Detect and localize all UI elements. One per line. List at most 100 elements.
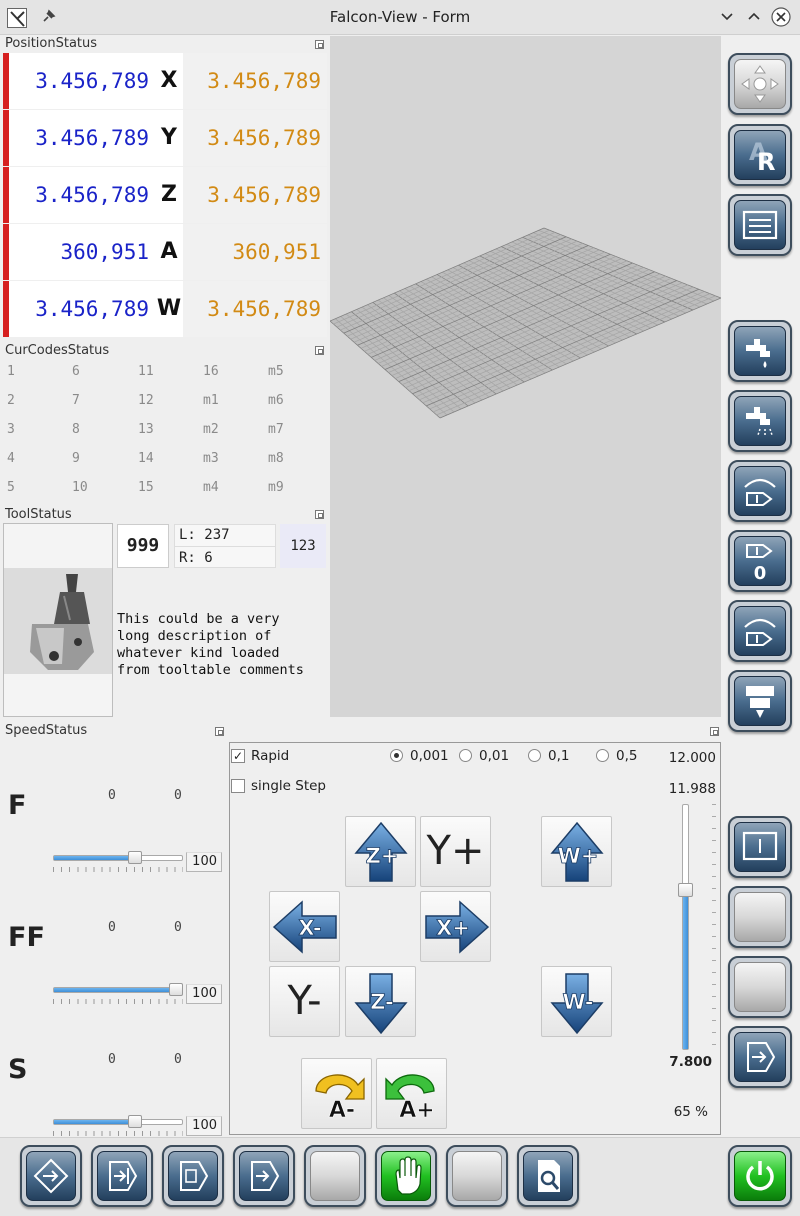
speed-label: F [8, 790, 27, 821]
position-row-w: 3.456,789 W 3.456,789 [3, 281, 327, 337]
code-cell: 11 [138, 364, 154, 379]
single-step-checkbox[interactable] [231, 779, 245, 793]
code-cell: 10 [72, 480, 88, 495]
tool-change-arc-button[interactable] [728, 460, 792, 522]
exit-right-button[interactable] [728, 1026, 792, 1088]
tool-length: L: 237 [174, 524, 276, 546]
menu-list-button[interactable] [728, 194, 792, 256]
x-plus-label: X+ [436, 916, 470, 940]
start-icon [33, 1158, 69, 1194]
svg-text:0: 0 [754, 563, 767, 583]
run-icon [251, 1161, 280, 1191]
step-radio[interactable] [459, 749, 472, 762]
position-row-a: 360,951 A 360,951 [3, 224, 327, 280]
float-icon[interactable] [710, 727, 719, 736]
jog-w-minus-button[interactable]: W- [541, 966, 612, 1037]
jog-z-plus-button[interactable]: Z+ [345, 816, 416, 887]
code-cell: 7 [72, 393, 80, 408]
slider-fill [54, 1120, 138, 1124]
tool-status-title: ToolStatus [5, 507, 72, 522]
z-minus-label: Z- [370, 990, 394, 1014]
vertical-feed-slider[interactable] [676, 804, 716, 1050]
home-all-icon [741, 65, 779, 103]
preview-3d-view[interactable] [330, 36, 721, 717]
code-cell: m3 [203, 451, 219, 466]
code-cell: 9 [72, 451, 80, 466]
code-cell: m9 [268, 480, 284, 495]
search-doc-button[interactable] [517, 1145, 579, 1207]
absolute-value: 360,951 [183, 224, 327, 280]
step-in-button[interactable] [91, 1145, 153, 1207]
jog-y-minus-button[interactable]: Y- [269, 966, 340, 1037]
a-minus-label: A- [329, 1098, 355, 1123]
code-cell: m6 [268, 393, 284, 408]
max-value: 12.000 [668, 750, 716, 766]
slider-handle[interactable] [169, 983, 183, 996]
start-button[interactable] [20, 1145, 82, 1207]
jog-y-plus-button[interactable]: Y+ [420, 816, 491, 887]
code-cell: 16 [203, 364, 219, 379]
jog-z-minus-button[interactable]: Z- [345, 966, 416, 1037]
tool-zero-button[interactable]: 0 [728, 530, 792, 592]
speed-value: 0 [174, 788, 182, 803]
step-radio[interactable] [528, 749, 541, 762]
current-value: 11.988 [668, 781, 716, 797]
jog-x-minus-button[interactable]: X- [269, 891, 340, 962]
slider-handle[interactable] [128, 1115, 142, 1128]
jog-a-plus-button[interactable]: A+ [376, 1058, 447, 1129]
speed-slider[interactable] [53, 1115, 183, 1137]
speed-status-title: SpeedStatus [5, 723, 88, 738]
load-file-button[interactable] [162, 1145, 224, 1207]
reference-icon: AR [749, 138, 775, 176]
z-plus-label: Z+ [366, 844, 399, 868]
touch-off-button[interactable] [728, 816, 792, 878]
coolant-mist-button[interactable] [728, 390, 792, 452]
rapid-checkbox[interactable]: ✓ [231, 749, 245, 763]
slider-handle[interactable] [128, 851, 142, 864]
blank-button-1[interactable] [728, 886, 792, 948]
power-button[interactable] [728, 1145, 792, 1207]
mist-icon [746, 407, 773, 436]
run-next-button[interactable] [233, 1145, 295, 1207]
step-radio[interactable] [390, 749, 403, 762]
spindle-button[interactable] [728, 670, 792, 732]
spindle-icon [746, 686, 774, 718]
relative-value: 3.456,789 [9, 167, 155, 223]
speed-override-spinbox[interactable]: 100 [186, 852, 222, 872]
blank-bottom-button-1[interactable] [304, 1145, 366, 1207]
code-cell: m1 [203, 393, 219, 408]
float-icon[interactable] [315, 510, 324, 519]
blank-button-2[interactable] [728, 956, 792, 1018]
minimize-button[interactable] [714, 5, 740, 29]
code-cell: 1 [7, 364, 15, 379]
speed-value: 0 [108, 788, 116, 803]
code-cell: 15 [138, 480, 154, 495]
coolant-flood-button[interactable] [728, 320, 792, 382]
speed-override-spinbox[interactable]: 100 [186, 1116, 222, 1136]
float-icon[interactable] [315, 346, 324, 355]
slider-handle[interactable] [678, 883, 693, 897]
maximize-button[interactable] [741, 5, 767, 29]
reference-all-button[interactable]: AR [728, 124, 792, 186]
speed-override-spinbox[interactable]: 100 [186, 984, 222, 1004]
blank-bottom-button-2[interactable] [446, 1145, 508, 1207]
window-title: Falcon-View - Form [329, 8, 471, 26]
home-all-button[interactable] [728, 53, 792, 115]
slider-fill [54, 856, 138, 860]
close-button[interactable] [768, 5, 794, 29]
step-radio[interactable] [596, 749, 609, 762]
tool-number: 999 [117, 524, 169, 568]
relative-value: 3.456,789 [9, 281, 155, 337]
tool-arc-2-button[interactable] [728, 600, 792, 662]
faucet-icon [746, 339, 770, 368]
jog-x-plus-button[interactable]: X+ [420, 891, 491, 962]
jog-w-plus-button[interactable]: W+ [541, 816, 612, 887]
tool-description: This could be a very long description of… [117, 611, 304, 678]
hand-manual-button[interactable] [375, 1145, 437, 1207]
speed-slider[interactable] [53, 983, 183, 1005]
float-icon[interactable] [215, 727, 224, 736]
jog-a-minus-button[interactable]: A- [301, 1058, 372, 1129]
axis-label: X [155, 53, 183, 109]
float-icon[interactable] [315, 40, 324, 49]
speed-slider[interactable] [53, 851, 183, 873]
